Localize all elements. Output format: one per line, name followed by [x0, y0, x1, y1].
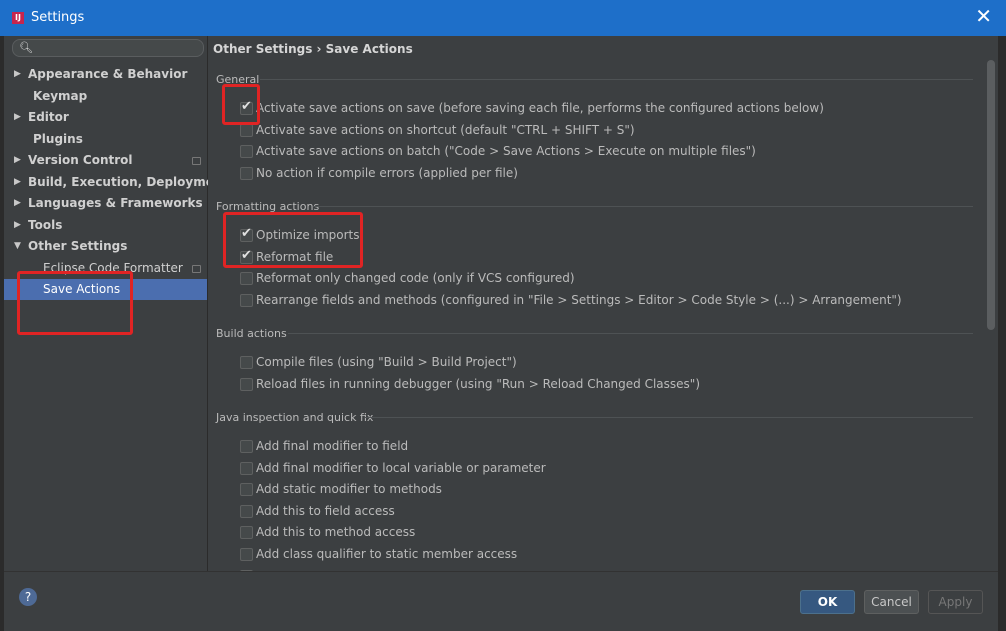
title-bar: IJ Settings ✕ — [0, 0, 1006, 36]
settings-content: Other Settings › Save Actions General ✔ … — [208, 36, 998, 571]
sidebar-item-label: Appearance & Behavior — [28, 67, 188, 81]
checkbox[interactable] — [240, 272, 253, 285]
checkbox[interactable] — [240, 462, 253, 475]
sidebar-item-label: Version Control — [28, 153, 133, 167]
search-input[interactable] — [33, 40, 197, 56]
option-label: Add final modifier to local variable or … — [256, 461, 546, 475]
option-label: Add this to field access — [256, 504, 395, 518]
option-label: Add this to method access — [256, 525, 416, 539]
checkbox[interactable] — [240, 294, 253, 307]
sidebar-item-build-execution-deployment[interactable]: ▶ Build, Execution, Deployment — [4, 172, 228, 193]
section-title-general: General — [216, 73, 260, 86]
option-label: Rearrange fields and methods (configured… — [256, 293, 902, 307]
sidebar-item-appearance-behavior[interactable]: ▶ Appearance & Behavior — [4, 64, 207, 85]
checkbox[interactable] — [240, 440, 253, 453]
section-title-build: Build actions — [216, 327, 287, 340]
section-title-java: Java inspection and quick fix — [216, 411, 374, 424]
checkbox[interactable] — [240, 483, 253, 496]
sidebar-item-editor[interactable]: ▶ Editor — [4, 107, 207, 128]
sidebar-item-keymap[interactable]: Keymap — [4, 86, 207, 107]
search-icon: 🔍︎ — [19, 41, 33, 54]
option-label: Activate save actions on shortcut (defau… — [256, 123, 635, 137]
checkmark-icon: ✔ — [241, 226, 252, 241]
sidebar-item-label: Plugins — [33, 132, 83, 146]
expand-arrow-icon[interactable]: ▶ — [14, 64, 21, 85]
option-label: Optimize imports — [256, 228, 360, 242]
expand-arrow-icon[interactable]: ▶ — [14, 193, 21, 214]
sidebar-item-label: Build, Execution, Deployment — [28, 175, 229, 189]
option-label: Activate save actions on batch ("Code > … — [256, 144, 756, 158]
section-title-formatting: Formatting actions — [216, 200, 320, 213]
sidebar-item-label: Languages & Frameworks — [28, 196, 203, 210]
help-icon[interactable]: ? — [19, 588, 37, 606]
checkbox[interactable] — [240, 526, 253, 539]
checkbox[interactable] — [240, 356, 253, 369]
checkbox[interactable] — [240, 167, 253, 180]
checkbox[interactable] — [240, 378, 253, 391]
checkbox[interactable] — [240, 505, 253, 518]
section-divider — [260, 79, 973, 80]
expand-arrow-icon[interactable]: ▶ — [14, 172, 21, 193]
sidebar-item-tools[interactable]: ▶ Tools — [4, 215, 207, 236]
sidebar-item-label: Keymap — [33, 89, 88, 103]
checkbox[interactable]: ✔ — [240, 248, 253, 264]
dialog-footer: ? OK Cancel Apply — [4, 571, 998, 631]
sidebar-item-label: Editor — [28, 110, 69, 124]
sidebar-item-label: Save Actions — [43, 282, 121, 296]
checkmark-icon: ✔ — [241, 248, 252, 263]
checkbox[interactable]: ✔ — [240, 99, 253, 115]
project-settings-icon — [192, 157, 201, 165]
expand-arrow-icon[interactable]: ▶ — [14, 107, 21, 128]
sidebar-item-label: Other Settings — [28, 239, 128, 253]
option-label: Reformat only changed code (only if VCS … — [256, 271, 575, 285]
content-scrollbar[interactable] — [987, 60, 995, 330]
option-label: Add class qualifier to static member acc… — [256, 547, 518, 561]
checkbox[interactable] — [240, 124, 253, 137]
window-title: Settings — [31, 10, 85, 25]
intellij-icon: IJ — [12, 12, 24, 24]
apply-button[interactable]: Apply — [928, 590, 983, 614]
sidebar-item-other-settings[interactable]: ▼ Other Settings — [4, 236, 207, 257]
option-label: Compile files (using "Build > Build Proj… — [256, 355, 517, 369]
cancel-button[interactable]: Cancel — [864, 590, 919, 614]
sidebar-item-label: Tools — [28, 218, 63, 232]
checkbox[interactable]: ✔ — [240, 226, 253, 242]
section-divider — [288, 333, 973, 334]
close-icon[interactable]: ✕ — [975, 6, 992, 26]
sidebar-item-eclipse-code-formatter[interactable]: Eclipse Code Formatter — [4, 258, 207, 279]
checkmark-icon: ✔ — [241, 99, 252, 114]
search-field[interactable]: 🔍︎ — [12, 39, 204, 57]
section-divider — [313, 206, 973, 207]
breadcrumb: Other Settings › Save Actions — [213, 42, 413, 56]
sidebar-item-plugins[interactable]: Plugins — [4, 129, 207, 150]
option-label: Add static modifier to methods — [256, 482, 442, 496]
expand-arrow-icon[interactable]: ▶ — [14, 150, 21, 171]
option-label: Reload files in running debugger (using … — [256, 377, 700, 391]
sidebar-item-version-control[interactable]: ▶ Version Control — [4, 150, 207, 171]
option-label: Add final modifier to field — [256, 439, 409, 453]
settings-sidebar: 🔍︎ ▶ Appearance & Behavior Keymap ▶ Edit… — [4, 36, 228, 571]
project-settings-icon — [192, 265, 201, 273]
sidebar-item-languages-frameworks[interactable]: ▶ Languages & Frameworks — [4, 193, 207, 214]
sidebar-item-label: Eclipse Code Formatter — [43, 261, 183, 275]
sidebar-item-save-actions[interactable]: Save Actions — [4, 279, 207, 300]
option-label: Activate save actions on save (before sa… — [256, 101, 824, 115]
expand-arrow-icon[interactable]: ▶ — [14, 215, 21, 236]
section-divider — [365, 417, 973, 418]
option-label: No action if compile errors (applied per… — [256, 166, 518, 180]
checkbox[interactable] — [240, 548, 253, 561]
collapse-arrow-icon[interactable]: ▼ — [14, 236, 21, 257]
checkbox[interactable] — [240, 145, 253, 158]
ok-button[interactable]: OK — [800, 590, 855, 614]
option-label: Reformat file — [256, 250, 334, 264]
